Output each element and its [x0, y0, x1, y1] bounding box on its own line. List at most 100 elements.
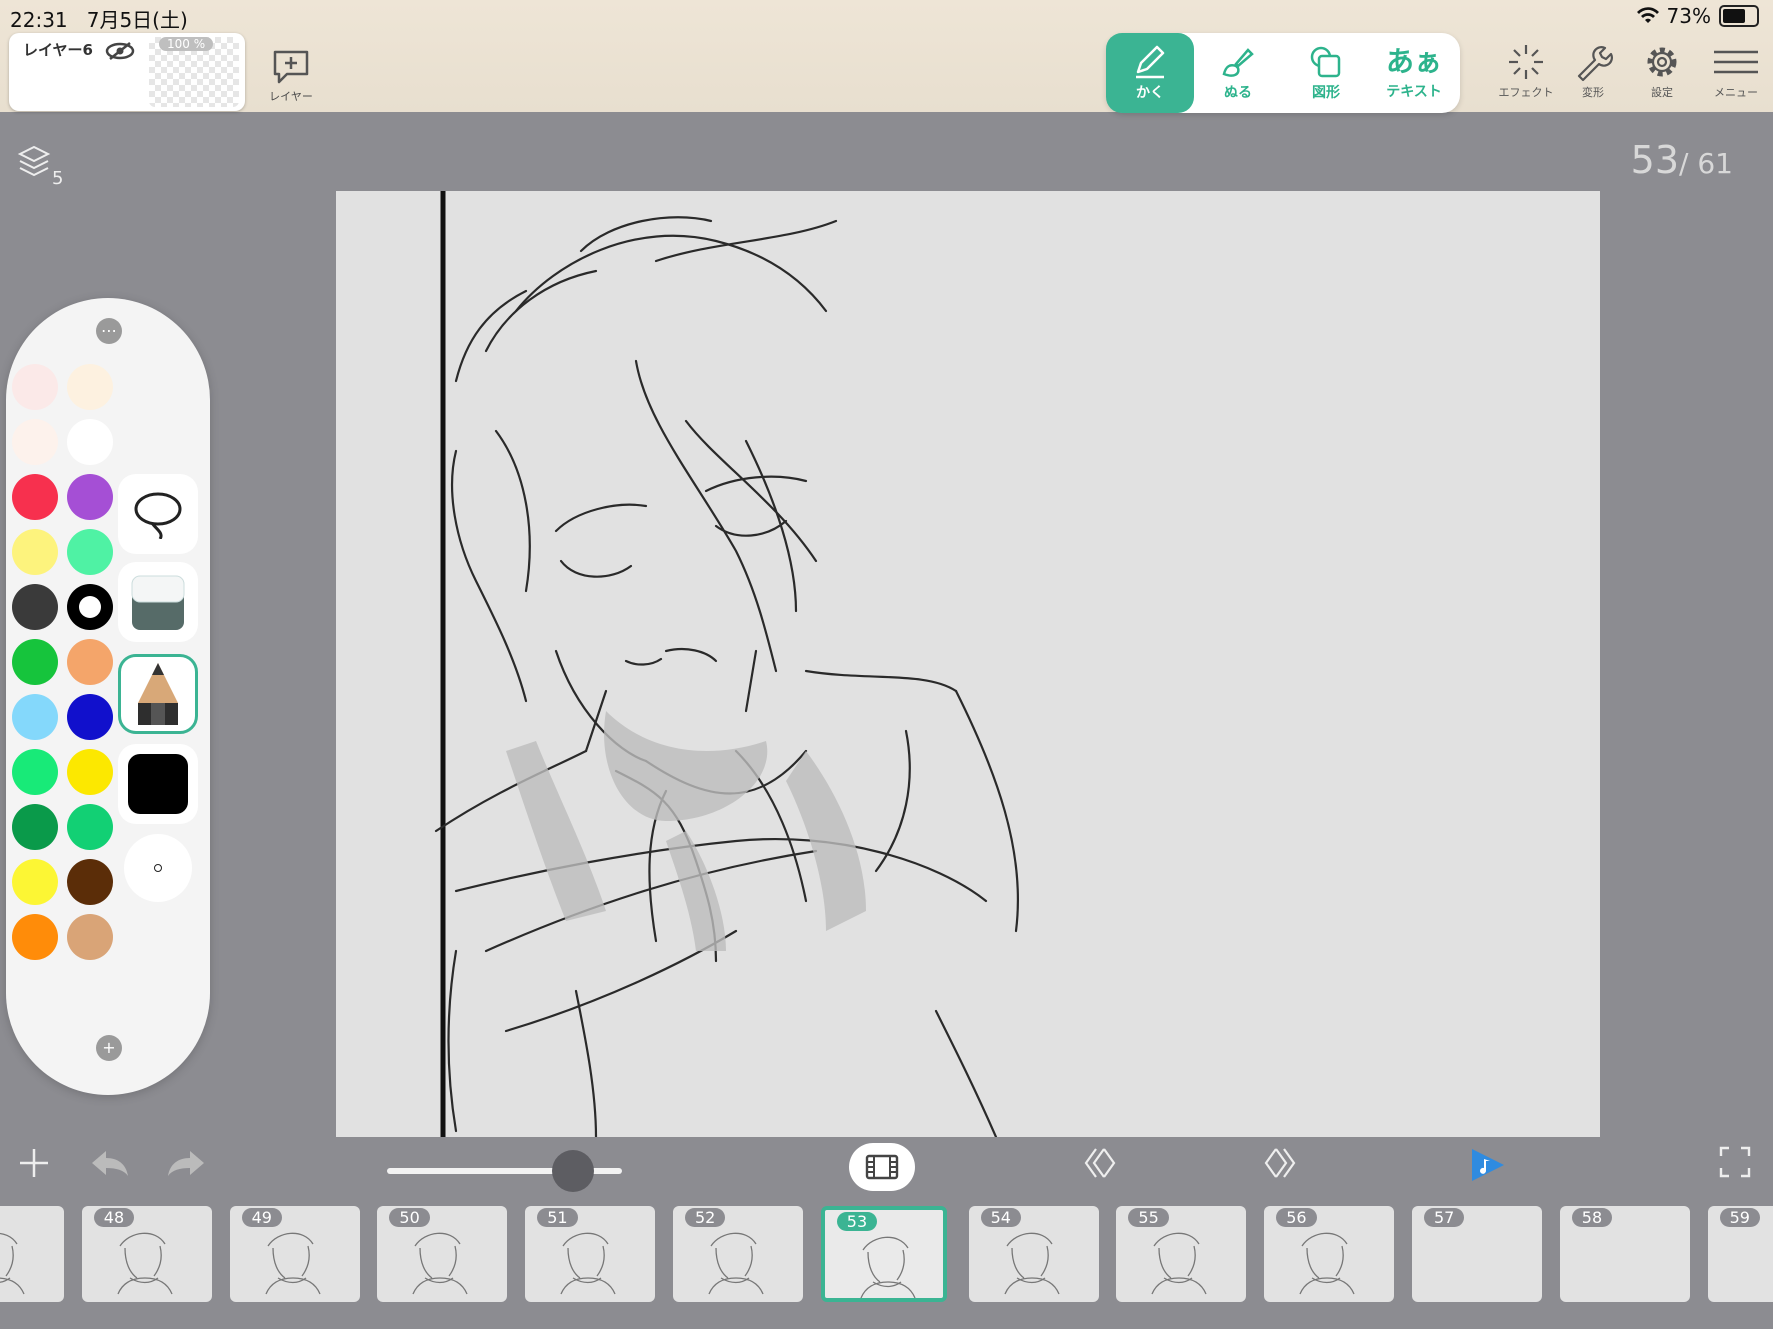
frame-thumbnail-53[interactable]: 53: [820, 1206, 947, 1302]
color-swatch[interactable]: [12, 584, 58, 630]
add-frame-icon[interactable]: [16, 1145, 52, 1181]
film-icon: [865, 1154, 899, 1180]
frame-thumbnail-51[interactable]: 51: [525, 1206, 656, 1302]
status-right: 73%: [1636, 4, 1759, 28]
layer-name: レイヤー6: [23, 41, 93, 59]
settings-label: 設定: [1651, 86, 1673, 99]
color-swatch[interactable]: [12, 749, 58, 795]
color-swatch[interactable]: [67, 474, 113, 520]
layer-opacity-badge: 100 %: [159, 37, 214, 51]
transform-button[interactable]: 変形: [1558, 42, 1628, 108]
color-swatch[interactable]: [12, 529, 58, 575]
frame-sketch: [0, 1232, 25, 1295]
add-color-icon[interactable]: +: [96, 1035, 122, 1061]
frame-sketch: [412, 1232, 468, 1295]
frame-sketch: [1003, 1232, 1060, 1295]
frame-thumbnail-54[interactable]: 54: [968, 1206, 1099, 1302]
previous-frame-icon[interactable]: [1082, 1145, 1122, 1181]
frame-sketch: [1151, 1232, 1207, 1295]
pencil-icon: [138, 663, 178, 725]
color-swatch[interactable]: [67, 749, 113, 795]
color-swatch[interactable]: [67, 584, 113, 630]
tool-fill[interactable]: ぬる: [1194, 33, 1282, 113]
drawing-canvas[interactable]: [336, 191, 1600, 1139]
play-icon[interactable]: [1466, 1145, 1510, 1185]
menu-label: メニュー: [1714, 86, 1758, 99]
brush-size-dot: [154, 864, 162, 872]
sketch-artwork: [434, 191, 1020, 1139]
brush-size-button[interactable]: [124, 834, 192, 902]
frame-sketch: [117, 1232, 173, 1295]
tool-draw[interactable]: かく: [1106, 33, 1194, 113]
add-layer-button[interactable]: レイヤー: [262, 44, 320, 108]
tool-text-label: テキスト: [1386, 84, 1442, 100]
frame-sketch: [560, 1232, 616, 1295]
color-swatch[interactable]: [12, 419, 58, 465]
frame-number: 57: [1424, 1208, 1465, 1227]
battery-icon: [1719, 5, 1759, 27]
palette-options-icon[interactable]: ⋯: [96, 318, 122, 344]
lasso-tool[interactable]: [118, 474, 198, 554]
color-swatch[interactable]: [67, 639, 113, 685]
layers-count-button[interactable]: 5: [16, 144, 63, 189]
eye-hidden-icon[interactable]: [105, 41, 135, 61]
redo-icon[interactable]: [164, 1145, 208, 1181]
pencil-tool[interactable]: [118, 654, 198, 734]
color-swatch[interactable]: [67, 529, 113, 575]
frame-sketch: [1299, 1232, 1355, 1295]
tool-shape[interactable]: 図形: [1282, 33, 1370, 113]
settings-button[interactable]: 設定: [1627, 42, 1697, 108]
frame-number: 56: [1276, 1208, 1317, 1227]
frame-thumbnail-52[interactable]: 52: [673, 1206, 803, 1302]
frame-number: 51: [537, 1208, 578, 1227]
frame-thumbnail-56[interactable]: 56: [1264, 1206, 1395, 1302]
frame-thumbnail-48[interactable]: 48: [81, 1206, 212, 1302]
color-swatch[interactable]: [12, 474, 58, 520]
color-swatch[interactable]: [67, 364, 113, 410]
slider-knob[interactable]: [552, 1150, 594, 1192]
eraser-tool[interactable]: [118, 562, 198, 642]
color-swatch[interactable]: [67, 914, 113, 960]
color-swatch[interactable]: [67, 419, 113, 465]
clock-text: 22:31: [10, 8, 68, 32]
film-strip-button[interactable]: [849, 1143, 915, 1191]
layers-icon: [17, 145, 51, 177]
effect-button[interactable]: エフェクト: [1491, 42, 1561, 108]
fullscreen-icon[interactable]: [1718, 1145, 1752, 1179]
frame-thumbnail-partial[interactable]: [0, 1206, 64, 1302]
frame-thumbnail-58[interactable]: 58: [1559, 1206, 1690, 1302]
frame-thumbnail-55[interactable]: 55: [1116, 1206, 1247, 1302]
lasso-icon: [134, 492, 182, 539]
frame-thumbnail-57[interactable]: 57: [1412, 1206, 1542, 1302]
hamburger-menu-icon: [1714, 50, 1758, 74]
frame-thumbnail-59[interactable]: 59: [1707, 1206, 1773, 1302]
color-swatch[interactable]: [67, 804, 113, 850]
current-color-button[interactable]: [118, 744, 198, 824]
wrench-icon: [1577, 46, 1613, 82]
frame-number: 59: [1719, 1208, 1760, 1227]
color-swatch[interactable]: [12, 694, 58, 740]
frame-thumbnail-50[interactable]: 50: [377, 1206, 508, 1302]
date-text: 7月5日(土): [86, 8, 188, 32]
color-swatch[interactable]: [12, 804, 58, 850]
paint-brush-icon: [1222, 48, 1254, 77]
color-swatch[interactable]: [12, 364, 58, 410]
add-layer-label: レイヤー: [269, 90, 313, 103]
frame-sketch: [264, 1232, 321, 1295]
current-layer-card[interactable]: 100 % レイヤー6: [9, 33, 245, 111]
color-swatch[interactable]: [12, 639, 58, 685]
frame-thumbnail-49[interactable]: 49: [229, 1206, 360, 1302]
color-swatch[interactable]: [12, 914, 58, 960]
frame-number: 54: [980, 1208, 1021, 1227]
tool-text[interactable]: あぁ テキスト: [1370, 33, 1458, 113]
color-swatch[interactable]: [67, 859, 113, 905]
status-time: 22:31 7月5日(土): [10, 4, 188, 33]
color-swatch[interactable]: [67, 694, 113, 740]
next-frame-icon[interactable]: [1258, 1145, 1298, 1181]
sparkle-icon: [1509, 45, 1543, 79]
color-swatch[interactable]: [12, 859, 58, 905]
frame-number: 53: [836, 1212, 878, 1231]
menu-button[interactable]: メニュー: [1701, 42, 1771, 108]
undo-icon[interactable]: [88, 1145, 132, 1181]
page-current: 53: [1630, 138, 1680, 182]
